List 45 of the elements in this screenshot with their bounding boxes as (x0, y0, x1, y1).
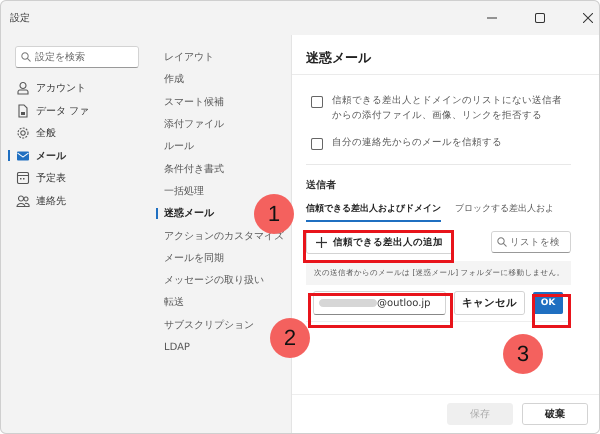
nav-item[interactable]: スマート候補 (156, 90, 224, 113)
close-icon (583, 13, 593, 23)
sidebar-item[interactable]: アカウント (8, 77, 139, 100)
nav-item[interactable]: 一括処理 (156, 180, 204, 202)
tab[interactable]: ブロックする差出人およ (455, 202, 554, 222)
sidebar-item[interactable]: 予定表 (8, 167, 139, 190)
checkbox[interactable] (311, 138, 323, 150)
nav-item[interactable]: メールを同期 (156, 246, 224, 269)
tab[interactable]: 信頼できる差出人およびドメイン (306, 202, 441, 222)
nav-item[interactable]: 条件付き書式 (156, 157, 224, 180)
calendar-icon (16, 171, 30, 186)
settings-icon (16, 126, 30, 140)
option-label: 自分の連絡先からのメールを信頼する (332, 136, 502, 150)
email-field[interactable]: @outloo.jp (313, 291, 446, 315)
nav-item[interactable]: サブスクリプション (156, 314, 254, 336)
nav-item[interactable]: 添付ファイル (156, 112, 224, 136)
sidebar-item[interactable]: データ ファ (8, 100, 139, 122)
blurred-text-icon (319, 297, 377, 309)
nav-item[interactable]: LDAP (156, 336, 190, 358)
document-icon (16, 104, 30, 118)
person-icon (16, 81, 30, 96)
window-title: 設定 (10, 12, 30, 25)
mail-icon (16, 148, 30, 163)
section-title: 送信者 (306, 178, 337, 192)
panel-title: 迷惑メール (292, 35, 599, 75)
nav-item[interactable]: レイアウト (156, 46, 214, 68)
sidebar-item[interactable]: 全般 (8, 122, 139, 144)
maximize-icon (535, 13, 545, 23)
sidebar-item[interactable]: 連絡先 (8, 190, 139, 212)
search-icon (497, 237, 507, 247)
nav-item[interactable]: 転送 (156, 291, 184, 314)
nav-item[interactable]: メッセージの取り扱い (156, 268, 264, 292)
option-label: 信頼できる差出人とドメインのリストにない送信者からの添付ファイル、画像、リンクを拒否する (332, 94, 563, 123)
nav-item[interactable]: ルール (156, 135, 194, 158)
plus-icon (316, 236, 327, 248)
people-icon (16, 194, 30, 208)
search-field[interactable]: 設定を検索 (15, 46, 139, 68)
nav-item[interactable]: 作成 (156, 68, 184, 91)
checkbox[interactable] (311, 96, 323, 108)
callout-badge: 2 (270, 318, 310, 358)
search-field[interactable]: リストを検 (491, 231, 571, 253)
discard-button[interactable]: 破棄 (522, 403, 588, 425)
cancel-button[interactable]: キャンセル (454, 291, 525, 315)
search-icon (21, 52, 31, 62)
highlight-frame (532, 294, 571, 328)
